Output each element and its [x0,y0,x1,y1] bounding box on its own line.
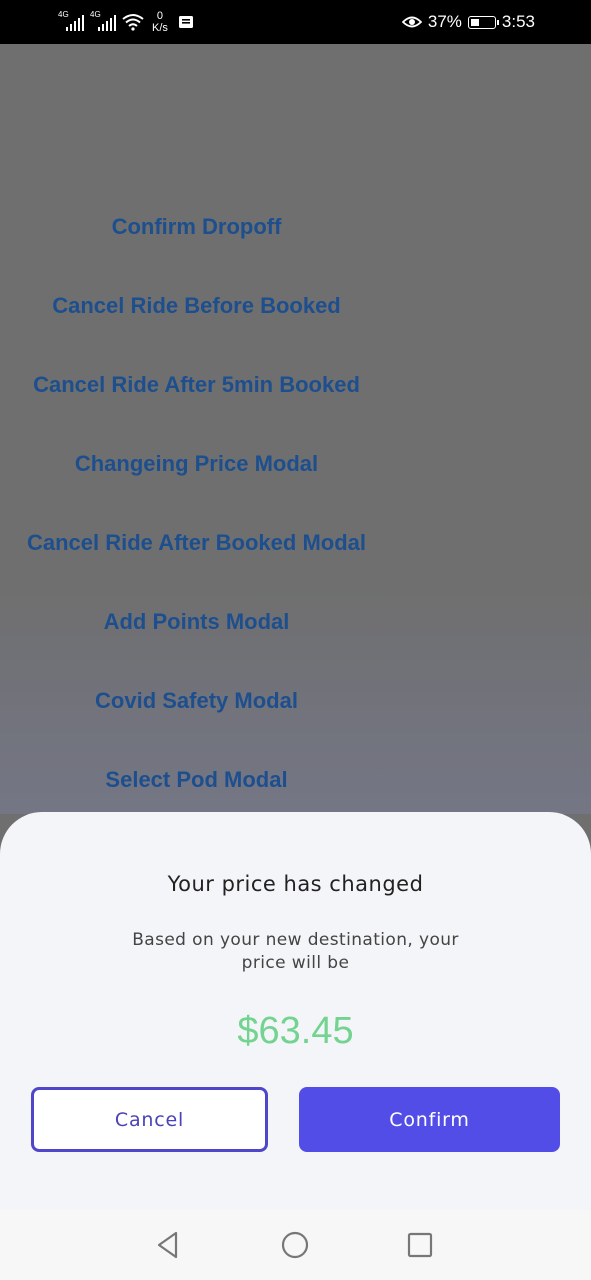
status-left: 4G 4G 0 K/s [58,8,194,36]
menu-item-cancel-ride-before-booked[interactable]: Cancel Ride Before Booked [0,293,393,319]
status-bar: 4G 4G 0 K/s 37% 3:53 [0,0,591,44]
network-speed: 0 K/s [152,10,168,34]
price-changed-modal: Your price has changed Based on your new… [0,812,591,1210]
confirm-button[interactable]: Confirm [299,1087,560,1152]
battery-percent: 37% [427,12,462,31]
menu-item-changing-price-modal[interactable]: Changeing Price Modal [0,451,393,477]
speed-unit: K/s [152,22,168,34]
menu-item-add-points-modal[interactable]: Add Points Modal [0,609,393,635]
modal-subtitle: Based on your new destination, your pric… [132,930,459,973]
cancel-button[interactable]: Cancel [31,1087,268,1152]
status-right: 37% 3:53 [401,8,535,36]
navigation-bar [0,1210,591,1280]
menu-item-confirm-dropoff[interactable]: Confirm Dropoff [0,214,393,240]
recents-icon[interactable] [405,1230,435,1260]
battery-fill [470,18,479,26]
message-icon [178,16,193,28]
menu-item-select-pod-modal[interactable]: Select Pod Modal [0,767,393,793]
menu-background: Confirm Dropoff Cancel Ride Before Booke… [0,44,591,814]
modal-title: Your price has changed [167,872,424,896]
menu-item-covid-safety-modal[interactable]: Covid Safety Modal [0,688,393,714]
speed-value: 0 [156,10,164,22]
signal-icon: 4G [90,11,116,33]
back-icon[interactable] [154,1230,184,1260]
clock: 3:53 [501,12,535,31]
signal-icon: 4G [58,11,84,33]
menu-item-cancel-ride-after-booked-modal[interactable]: Cancel Ride After Booked Modal [0,530,393,556]
home-icon[interactable] [280,1230,310,1260]
eye-icon [401,16,422,28]
battery-icon [467,15,499,29]
wifi-icon [122,14,144,31]
new-price: $63.45 [237,1010,354,1052]
menu-item-cancel-ride-after-5min[interactable]: Cancel Ride After 5min Booked [0,372,393,398]
